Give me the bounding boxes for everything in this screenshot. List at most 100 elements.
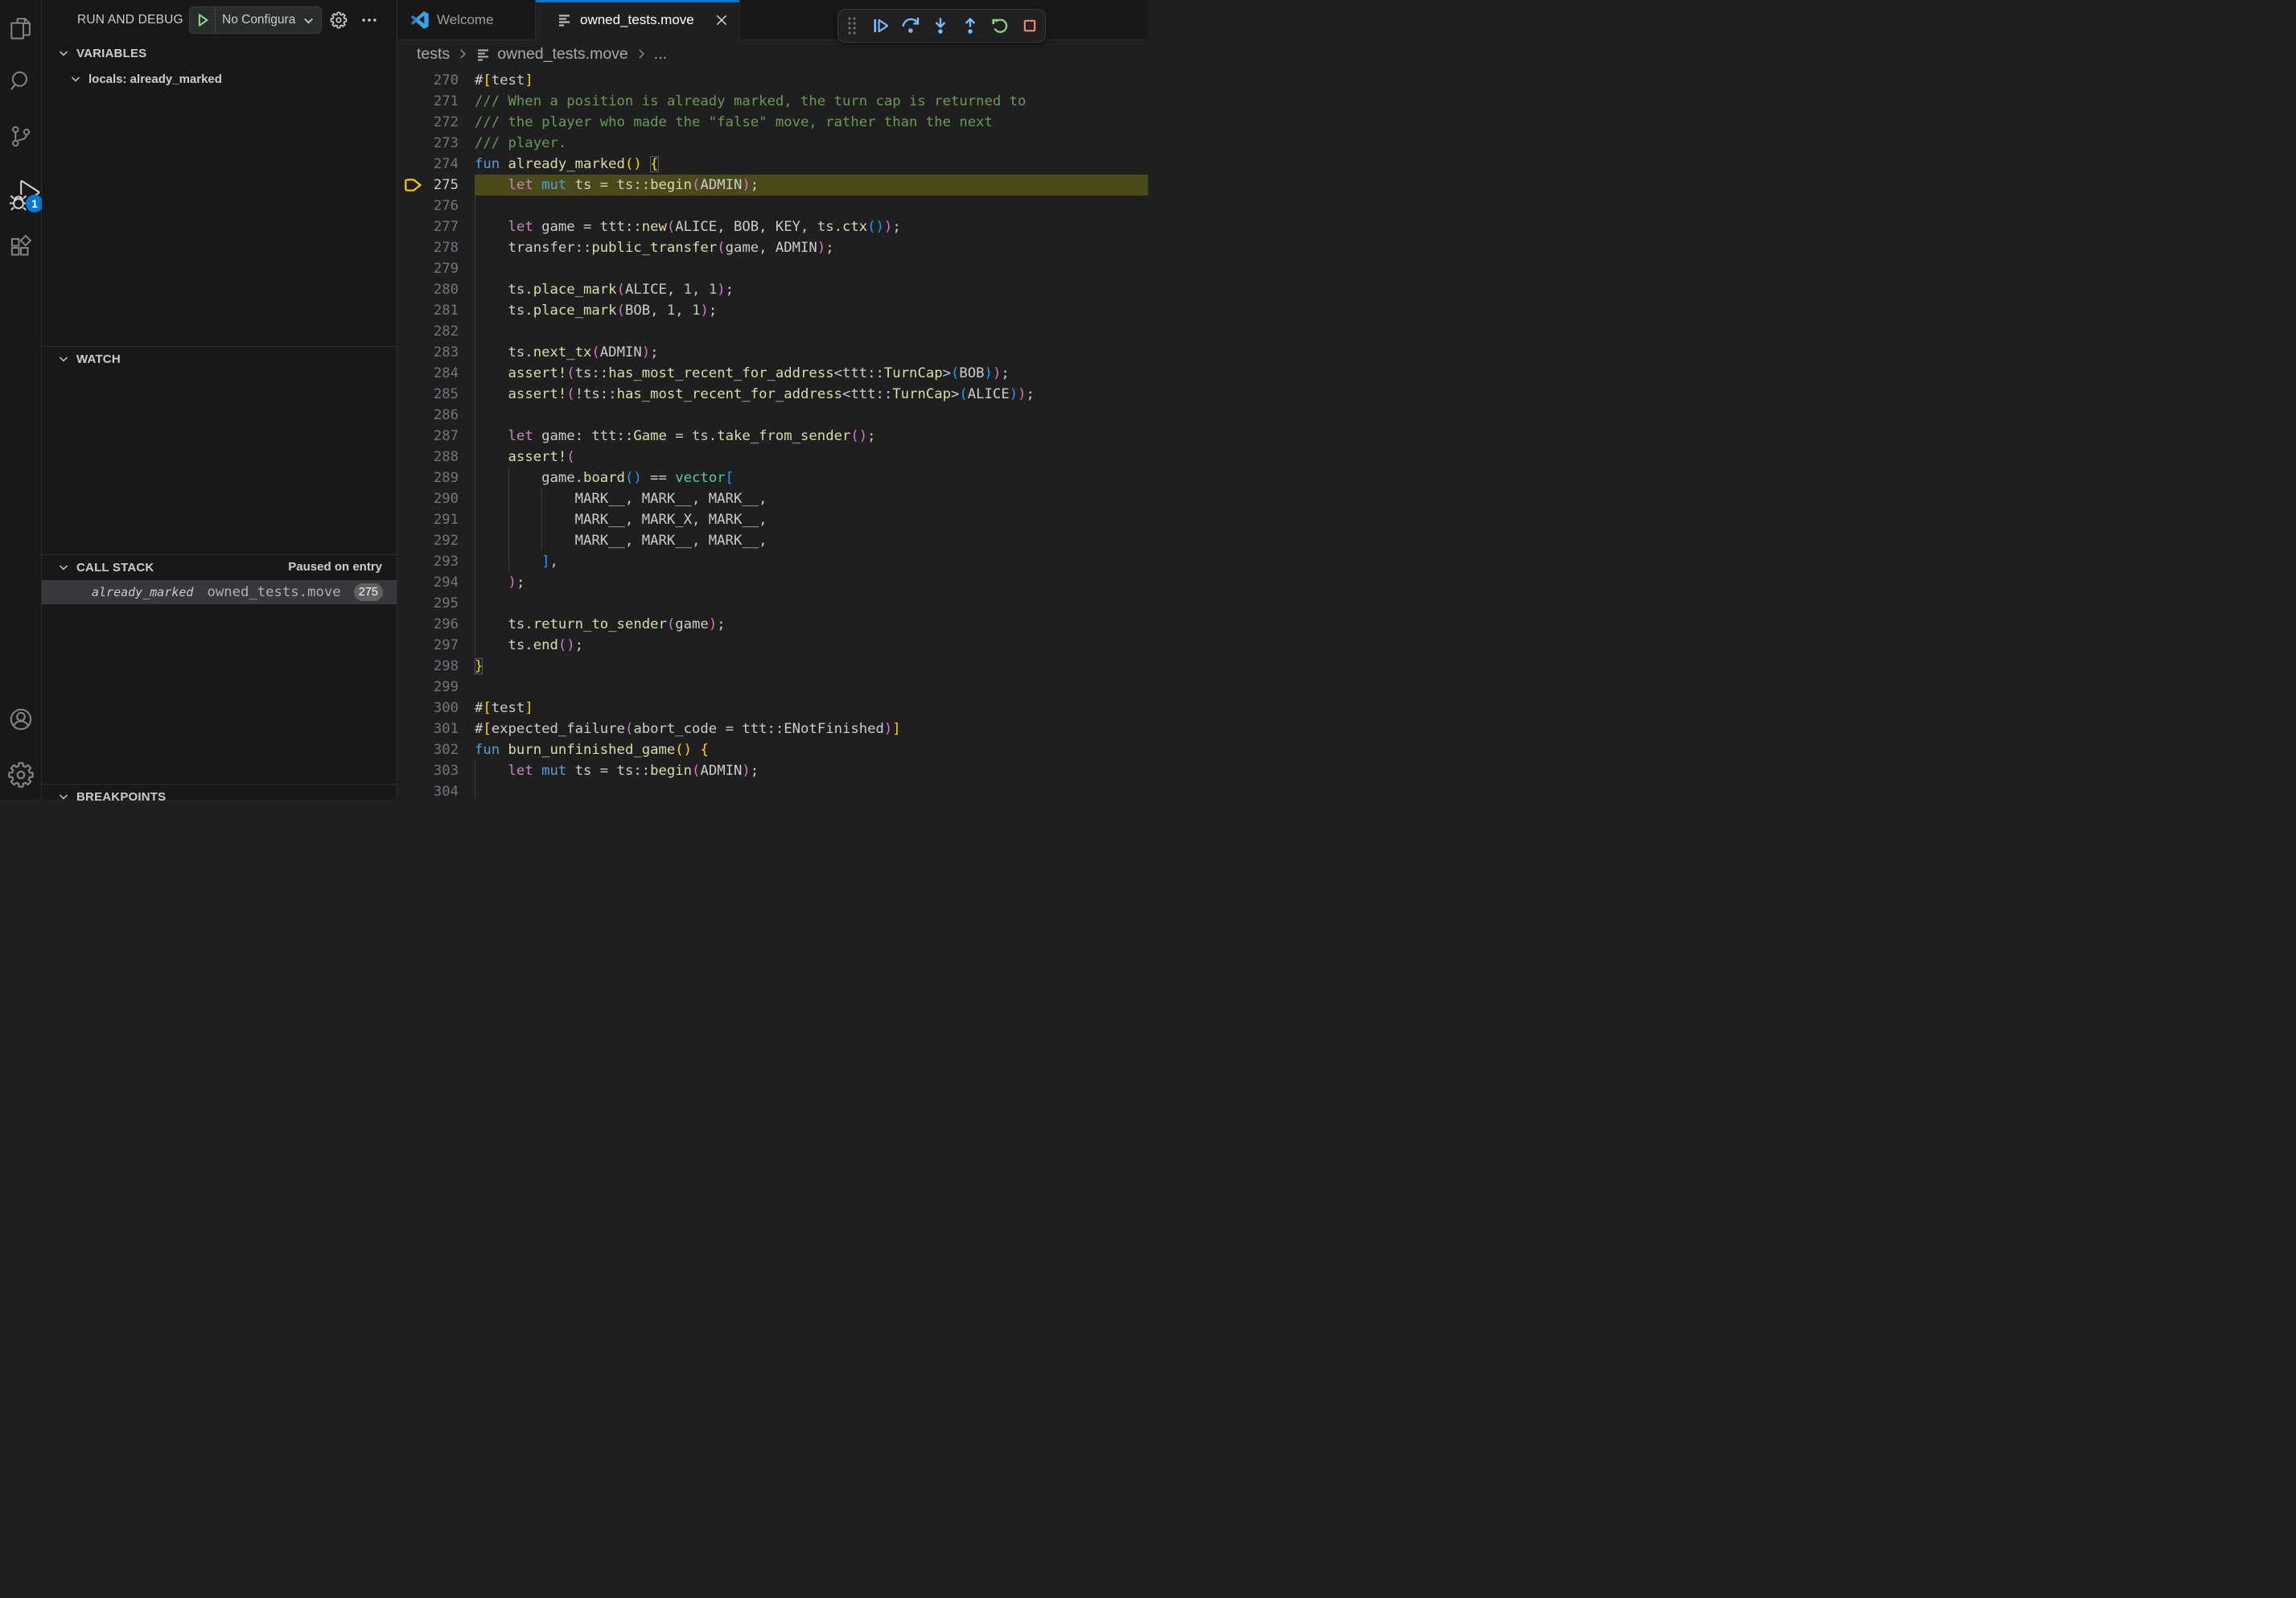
line-number[interactable]: 275 xyxy=(397,175,459,196)
line-number[interactable]: 287 xyxy=(397,426,459,447)
line-number[interactable]: 298 xyxy=(397,656,459,677)
debug-stop-button[interactable] xyxy=(1014,10,1044,42)
call-stack-frame-row[interactable]: already_marked owned_tests.move 275 xyxy=(42,580,397,604)
code-line-274[interactable]: 274fun already_marked() { xyxy=(397,154,1148,175)
debug-restart-button[interactable] xyxy=(985,10,1014,42)
code-line-292[interactable]: 292 MARK__, MARK__, MARK__, xyxy=(397,530,1148,551)
section-call-stack[interactable]: CALL STACK Paused on entry xyxy=(42,554,397,580)
sidebar-item-source-control[interactable] xyxy=(0,115,41,157)
more-actions-icon[interactable] xyxy=(360,10,379,30)
line-number[interactable]: 296 xyxy=(397,614,459,635)
line-number[interactable]: 299 xyxy=(397,677,459,698)
code-line-288[interactable]: 288 assert!( xyxy=(397,447,1148,467)
tab-welcome[interactable]: Welcome xyxy=(397,0,536,40)
code-line-279[interactable]: 279 xyxy=(397,258,1148,279)
code-line-285[interactable]: 285 assert!(!ts::has_most_recent_for_add… xyxy=(397,384,1148,405)
line-number[interactable]: 281 xyxy=(397,300,459,321)
code-line-275[interactable]: 275 let mut ts = ts::begin(ADMIN); xyxy=(397,175,1148,196)
line-number[interactable]: 294 xyxy=(397,572,459,593)
line-number[interactable]: 302 xyxy=(397,739,459,760)
debug-start-button[interactable] xyxy=(190,7,216,33)
breadcrumb-folder[interactable]: tests xyxy=(417,45,450,64)
line-number[interactable]: 271 xyxy=(397,91,459,112)
section-breakpoints[interactable]: BREAKPOINTS xyxy=(42,784,397,809)
code-line-276[interactable]: 276 xyxy=(397,196,1148,216)
line-number[interactable]: 293 xyxy=(397,551,459,572)
code-area[interactable]: 270#[test]271/// When a position is alre… xyxy=(397,68,1148,799)
variables-scope-row[interactable]: locals: already_marked xyxy=(42,66,397,92)
debug-step-into-button[interactable] xyxy=(925,10,955,42)
settings-button[interactable] xyxy=(0,754,41,796)
section-watch[interactable]: WATCH xyxy=(42,346,397,372)
line-number[interactable]: 289 xyxy=(397,467,459,488)
code-line-299[interactable]: 299 xyxy=(397,677,1148,698)
code-line-301[interactable]: 301#[expected_failure(abort_code = ttt::… xyxy=(397,719,1148,739)
code-line-294[interactable]: 294 ); xyxy=(397,572,1148,593)
line-number[interactable]: 279 xyxy=(397,258,459,279)
code-line-300[interactable]: 300#[test] xyxy=(397,698,1148,719)
code-line-291[interactable]: 291 MARK__, MARK_X, MARK__, xyxy=(397,509,1148,530)
line-number[interactable]: 272 xyxy=(397,112,459,133)
line-number[interactable]: 278 xyxy=(397,237,459,258)
code-line-270[interactable]: 270#[test] xyxy=(397,70,1148,91)
code-line-278[interactable]: 278 transfer::public_transfer(game, ADMI… xyxy=(397,237,1148,258)
line-number[interactable]: 300 xyxy=(397,698,459,719)
code-line-302[interactable]: 302fun burn_unfinished_game() { xyxy=(397,739,1148,760)
tab-owned-tests-move[interactable]: owned_tests.move xyxy=(536,0,740,40)
drag-grip-icon[interactable] xyxy=(838,10,866,42)
debug-settings-gear-icon[interactable] xyxy=(329,10,348,30)
debug-continue-button[interactable] xyxy=(866,10,895,42)
code-line-282[interactable]: 282 xyxy=(397,321,1148,342)
sidebar-item-search[interactable] xyxy=(0,60,41,101)
code-line-289[interactable]: 289 game.board() == vector[ xyxy=(397,467,1148,488)
debug-config-dropdown[interactable]: No Configura xyxy=(189,6,322,34)
sidebar-item-explorer[interactable] xyxy=(0,7,41,49)
debug-step-over-button[interactable] xyxy=(895,10,925,42)
breadcrumb-symbol[interactable]: ... xyxy=(654,45,667,64)
line-number[interactable]: 303 xyxy=(397,760,459,781)
code-line-273[interactable]: 273/// player. xyxy=(397,133,1148,154)
line-number[interactable]: 304 xyxy=(397,781,459,799)
line-number[interactable]: 283 xyxy=(397,342,459,363)
line-number[interactable]: 270 xyxy=(397,70,459,91)
code-line-304[interactable]: 304 xyxy=(397,781,1148,799)
line-number[interactable]: 284 xyxy=(397,363,459,384)
sidebar-item-extensions[interactable] xyxy=(0,225,41,267)
code-line-284[interactable]: 284 assert!(ts::has_most_recent_for_addr… xyxy=(397,363,1148,384)
code-line-303[interactable]: 303 let mut ts = ts::begin(ADMIN); xyxy=(397,760,1148,781)
sidebar-item-run-and-debug[interactable]: 1 xyxy=(0,171,41,212)
line-number[interactable]: 286 xyxy=(397,405,459,426)
code-line-277[interactable]: 277 let game = ttt::new(ALICE, BOB, KEY,… xyxy=(397,216,1148,237)
code-line-296[interactable]: 296 ts.return_to_sender(game); xyxy=(397,614,1148,635)
line-number[interactable]: 273 xyxy=(397,133,459,154)
code-line-286[interactable]: 286 xyxy=(397,405,1148,426)
line-number[interactable]: 297 xyxy=(397,635,459,656)
line-number[interactable]: 280 xyxy=(397,279,459,300)
line-number[interactable]: 276 xyxy=(397,196,459,216)
code-line-297[interactable]: 297 ts.end(); xyxy=(397,635,1148,656)
line-number[interactable]: 295 xyxy=(397,593,459,614)
code-line-281[interactable]: 281 ts.place_mark(BOB, 1, 1); xyxy=(397,300,1148,321)
debug-step-out-button[interactable] xyxy=(955,10,985,42)
code-line-287[interactable]: 287 let game: ttt::Game = ts.take_from_s… xyxy=(397,426,1148,447)
close-icon[interactable] xyxy=(714,13,729,27)
line-number[interactable]: 291 xyxy=(397,509,459,530)
section-variables[interactable]: VARIABLES xyxy=(42,40,397,66)
line-number[interactable]: 288 xyxy=(397,447,459,467)
code-line-298[interactable]: 298} xyxy=(397,656,1148,677)
line-number[interactable]: 301 xyxy=(397,719,459,739)
line-number[interactable]: 290 xyxy=(397,488,459,509)
line-number[interactable]: 277 xyxy=(397,216,459,237)
code-line-293[interactable]: 293 ], xyxy=(397,551,1148,572)
code-line-280[interactable]: 280 ts.place_mark(ALICE, 1, 1); xyxy=(397,279,1148,300)
line-number[interactable]: 285 xyxy=(397,384,459,405)
line-number[interactable]: 282 xyxy=(397,321,459,342)
code-line-271[interactable]: 271/// When a position is already marked… xyxy=(397,91,1148,112)
line-number[interactable]: 292 xyxy=(397,530,459,551)
account-button[interactable] xyxy=(0,698,41,740)
code-line-283[interactable]: 283 ts.next_tx(ADMIN); xyxy=(397,342,1148,363)
code-line-295[interactable]: 295 xyxy=(397,593,1148,614)
line-number[interactable]: 274 xyxy=(397,154,459,175)
code-line-272[interactable]: 272/// the player who made the "false" m… xyxy=(397,112,1148,133)
breadcrumb-file[interactable]: owned_tests.move xyxy=(497,45,628,64)
